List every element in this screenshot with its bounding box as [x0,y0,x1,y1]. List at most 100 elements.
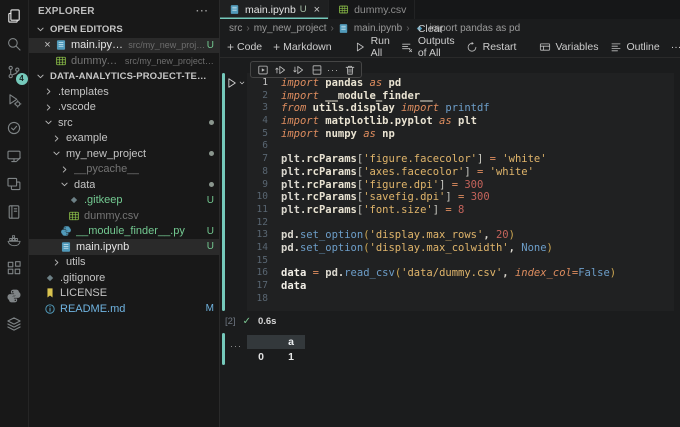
cell-more-icon[interactable]: ··· [327,65,339,75]
notebook: ··· 1import pandas as pd2import __module… [220,58,680,427]
toolbar-label: Run All [371,35,390,59]
breadcrumb-item[interactable]: src [229,23,242,34]
folder-modified-dot [209,120,214,125]
tab-main-ipynb[interactable]: main.ipynbU× [220,0,329,19]
tree-item--pycache-[interactable]: __pycache__ [29,162,219,178]
item-label: example [66,132,108,144]
toolbar-variables-button[interactable]: Variables [538,41,598,53]
testing-icon [6,120,22,136]
activity-item-files[interactable] [0,2,29,30]
tree-item-.templates[interactable]: .templates [29,84,219,100]
output-options-icon[interactable]: ··· [225,333,247,365]
toolbar-label: Markdown [283,41,331,53]
code-line: 18 [249,293,674,306]
breadcrumb-item[interactable]: main.ipynb [354,23,402,34]
tree-item-.vscode[interactable]: .vscode [29,100,219,116]
variables-icon [538,41,551,53]
activity-item-testing[interactable] [0,114,29,142]
tree-item--module-finder-.py[interactable]: __module_finder__.pyU [29,224,219,240]
cell-code-editor[interactable]: 1import pandas as pd2import __module_fin… [247,73,674,311]
toolbar-more-button[interactable]: ··· [671,41,680,53]
cell-debug-cell-button[interactable] [255,62,270,77]
chev-open-icon [33,71,47,82]
tab-modified-badge: U [300,4,307,15]
activity-item-run-debug[interactable] [0,86,29,114]
toolbar-label: Restart [483,41,517,53]
git-icon [43,272,57,284]
cell-run-above-button[interactable] [273,62,288,77]
tab-bar: main.ipynbU×dummy.csv [220,0,680,19]
files-icon [6,8,22,24]
activity-item-preview[interactable] [0,170,29,198]
line-number: 2 [249,90,281,103]
activity-item-search[interactable] [0,30,29,58]
cell-delete-button[interactable] [342,62,357,77]
delete-icon [344,64,356,76]
toolbar-restart-button[interactable]: Restart [466,41,517,53]
tab-dummy-csv[interactable]: dummy.csv [329,0,415,19]
line-number: 9 [249,179,281,192]
toolbar-run-all-button[interactable]: Run All [354,35,390,59]
activity-item-source-control[interactable]: 4 [0,58,29,86]
close-editor-icon[interactable]: × [41,39,54,51]
code-line: 2import __module_finder__ [249,90,674,103]
execution-count: [2] [225,316,236,327]
notebook-toolbar: +Code+MarkdownRun AllClear Outputs of Al… [220,37,680,58]
line-number: 8 [249,166,281,179]
activity-item-notebook-book[interactable] [0,198,29,226]
notebook-icon [338,23,350,34]
breadcrumb-separator: › [331,23,334,34]
tree-item-main.ipynb[interactable]: ×main.ipynbsrc/my_new_projectU [29,38,219,54]
activity-item-remote[interactable] [0,142,29,170]
cell-split-cell-button[interactable] [309,62,324,77]
tree-item-example[interactable]: example [29,131,219,147]
chev-closed-icon [41,86,55,97]
item-path: src/my_new_project [128,40,207,50]
breadcrumb-item[interactable]: my_new_project [254,23,327,34]
tree-item-main.ipynb[interactable]: main.ipynbU [29,239,219,255]
extensions-icon [6,260,22,276]
section-open-editors[interactable]: OPEN EDITORS [29,22,219,38]
section-data-analytics-project-template[interactable]: DATA-ANALYTICS-PROJECT-TEMPLATE [29,69,219,85]
tree-item-src[interactable]: src [29,115,219,131]
csv-icon [54,55,68,67]
git-status-badge: U [207,226,214,237]
close-tab-icon[interactable]: × [314,4,320,16]
git-status-badge: M [206,303,214,314]
tree-item-dummy.csv[interactable]: dummy.csv [29,208,219,224]
tree-item-.gitkeep[interactable]: .gitkeepU [29,193,219,209]
toolbar-outline-button[interactable]: Outline [609,41,659,53]
git-status-badge: U [207,195,214,206]
line-number: 11 [249,204,281,217]
item-label: my_new_project [66,148,146,160]
tree-item-my-new-project[interactable]: my_new_project [29,146,219,162]
code-line: 3from utils.display import printdf [249,102,674,115]
activity-item-python-logo[interactable] [0,282,29,310]
tree-item-.gitignore[interactable]: .gitignore [29,270,219,286]
item-label: utils [66,256,86,268]
run-cell-button[interactable] [226,77,246,89]
cell-run-below-button[interactable] [291,62,306,77]
notebook-icon [54,39,68,51]
tree-item-data[interactable]: data [29,177,219,193]
table-cell: 1 [267,351,301,363]
run-below-icon [293,64,305,76]
vscode-window: 4 EXPLORER ··· OPEN EDITORS×main.ipynbsr… [0,0,680,427]
explorer-more-actions-icon[interactable]: ··· [196,6,209,17]
tree-item-dummy.csv[interactable]: dummy.csvsrc/my_new_project/data [29,53,219,69]
activity-item-extensions[interactable] [0,254,29,282]
section-label: OPEN EDITORS [50,24,123,35]
run-above-icon [275,64,287,76]
tree-item-utils[interactable]: utils [29,255,219,271]
toolbar-markdown-button[interactable]: +Markdown [273,40,331,54]
run-debug-icon [6,92,22,108]
tree-item-license[interactable]: LICENSE [29,286,219,302]
tree-item-readme.md[interactable]: README.mdM [29,301,219,317]
activity-item-docker[interactable] [0,226,29,254]
code-line: 17data [249,280,674,293]
toolbar-code-button[interactable]: +Code [227,40,262,54]
activity-item-layers[interactable] [0,310,29,338]
item-label: .gitignore [60,272,105,284]
toolbar-label: Variables [555,41,598,53]
git-icon [67,194,81,206]
